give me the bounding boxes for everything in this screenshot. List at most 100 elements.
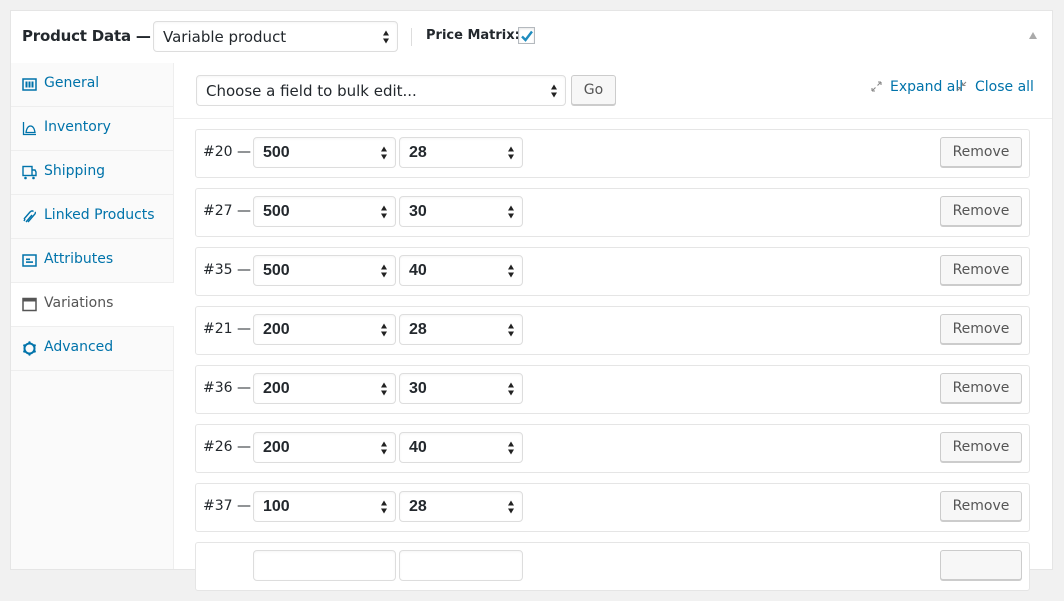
attribute-2-select[interactable]: 30 — [399, 196, 523, 227]
variation-row[interactable]: #20 — 500 28 Remove — [195, 129, 1030, 178]
attribute-1-select[interactable]: 200 — [253, 373, 396, 404]
attribute-2-select[interactable]: 30 — [399, 373, 523, 404]
close-all-link[interactable]: Close all — [956, 79, 1034, 95]
attribute-1-select[interactable]: 100 — [253, 491, 396, 522]
tab-general[interactable]: General — [11, 63, 173, 107]
select-arrows-icon — [383, 30, 390, 43]
expand-all-link[interactable]: Expand all — [871, 79, 963, 95]
panel-header: Product Data — Variable product Price Ma… — [11, 11, 1052, 64]
tab-advanced[interactable]: Advanced — [11, 327, 173, 371]
tab-inventory[interactable]: Inventory — [11, 107, 173, 151]
select-arrows-icon — [508, 323, 515, 336]
attribute-2-select[interactable]: 28 — [399, 491, 523, 522]
attribute-1-value: 200 — [263, 379, 290, 397]
link-icon — [23, 210, 37, 223]
product-data-tabs: General Inventory Shipping Linked Produc… — [11, 63, 174, 569]
attribute-2-select[interactable]: 28 — [399, 137, 523, 168]
attribute-1-value: 500 — [263, 202, 290, 220]
bulk-edit-select[interactable]: Choose a field to bulk edit... — [196, 75, 566, 106]
attribute-2-value: 40 — [409, 438, 427, 456]
remove-button[interactable]: Remove — [940, 137, 1022, 167]
attribute-2-value: 30 — [409, 202, 427, 220]
product-type-value: Variable product — [163, 27, 287, 46]
inventory-icon — [22, 122, 36, 136]
price-matrix-label: Price Matrix: — [426, 28, 520, 43]
variation-row[interactable]: #26 — 200 40 Remove — [195, 424, 1030, 473]
variation-id: #21 — — [203, 321, 251, 337]
attribute-2-value: 40 — [409, 261, 427, 279]
select-arrows-icon — [551, 84, 558, 97]
tab-shipping[interactable]: Shipping — [11, 151, 173, 195]
attribute-1-select[interactable]: 200 — [253, 432, 396, 463]
variation-row[interactable]: #37 — 100 28 Remove — [195, 483, 1030, 532]
select-arrows-icon — [381, 500, 388, 513]
close-all-label: Close all — [975, 79, 1034, 95]
select-arrows-icon — [508, 264, 515, 277]
attribute-1-select[interactable]: 500 — [253, 196, 396, 227]
product-type-select[interactable]: Variable product — [153, 21, 398, 52]
attribute-1-select[interactable]: 500 — [253, 137, 396, 168]
product-data-panel: Product Data — Variable product Price Ma… — [10, 10, 1053, 591]
tab-label: Shipping — [44, 163, 106, 179]
tab-label: General — [44, 75, 100, 91]
select-arrows-icon — [508, 441, 515, 454]
select-arrows-icon — [381, 264, 388, 277]
price-matrix-checkbox[interactable] — [518, 27, 535, 44]
tab-variations[interactable]: Variations — [11, 283, 174, 327]
attribute-1-select[interactable]: 200 — [253, 314, 396, 345]
attribute-1-select[interactable]: 500 — [253, 255, 396, 286]
remove-button[interactable]: Remove — [940, 491, 1022, 521]
tab-linked-products[interactable]: Linked Products — [11, 195, 173, 239]
select-arrows-icon — [508, 146, 515, 159]
tab-attributes[interactable]: Attributes — [11, 239, 173, 283]
attribute-1-value: 100 — [263, 497, 290, 515]
attribute-1-select[interactable] — [253, 550, 396, 581]
gear-icon — [23, 341, 36, 356]
select-arrows-icon — [381, 323, 388, 336]
remove-button[interactable]: Remove — [940, 196, 1022, 226]
variations-icon — [22, 297, 37, 312]
select-arrows-icon — [381, 146, 388, 159]
variation-id: #36 — — [203, 380, 251, 396]
remove-button[interactable] — [940, 550, 1022, 580]
remove-button[interactable]: Remove — [940, 314, 1022, 344]
attribute-2-select[interactable] — [399, 550, 523, 581]
variations-list: #20 — 500 28 Remove #27 — 500 30 Remove … — [195, 129, 1030, 601]
variation-row[interactable]: #36 — 200 30 Remove — [195, 365, 1030, 414]
select-arrows-icon — [508, 500, 515, 513]
remove-button[interactable]: Remove — [940, 255, 1022, 285]
attribute-2-select[interactable]: 40 — [399, 432, 523, 463]
attributes-icon — [22, 254, 37, 267]
attribute-1-value: 200 — [263, 438, 290, 456]
remove-button[interactable]: Remove — [940, 432, 1022, 462]
expand-all-label: Expand all — [890, 79, 964, 95]
attribute-2-select[interactable]: 40 — [399, 255, 523, 286]
remove-button[interactable]: Remove — [940, 373, 1022, 403]
variation-row[interactable]: #21 — 200 28 Remove — [195, 306, 1030, 355]
variation-id: #37 — — [203, 498, 251, 514]
attribute-1-value: 200 — [263, 320, 290, 338]
attribute-2-select[interactable]: 28 — [399, 314, 523, 345]
variation-row[interactable]: #27 — 500 30 Remove — [195, 188, 1030, 237]
attribute-2-value: 30 — [409, 379, 427, 397]
variation-row[interactable]: #35 — 500 40 Remove — [195, 247, 1030, 296]
variation-id: #35 — — [203, 262, 251, 278]
attribute-2-value: 28 — [409, 497, 427, 515]
tab-label: Inventory — [44, 119, 111, 135]
select-arrows-icon — [381, 441, 388, 454]
variation-id: #26 — — [203, 439, 251, 455]
collapse-panel-icon[interactable] — [1029, 32, 1037, 39]
tab-label: Variations — [44, 295, 114, 311]
attribute-1-value: 500 — [263, 143, 290, 161]
general-icon — [22, 78, 37, 91]
variations-panel: Choose a field to bulk edit... Go Expand… — [174, 63, 1052, 591]
attribute-1-value: 500 — [263, 261, 290, 279]
variations-toolbar: Choose a field to bulk edit... Go Expand… — [174, 63, 1052, 119]
tab-label: Advanced — [44, 339, 114, 355]
attribute-2-value: 28 — [409, 320, 427, 338]
tab-label: Attributes — [44, 251, 114, 267]
panel-title: Product Data — — [22, 27, 151, 45]
go-button[interactable]: Go — [571, 75, 616, 105]
variation-row-partial[interactable] — [195, 542, 1030, 591]
expand-icon — [871, 81, 882, 92]
